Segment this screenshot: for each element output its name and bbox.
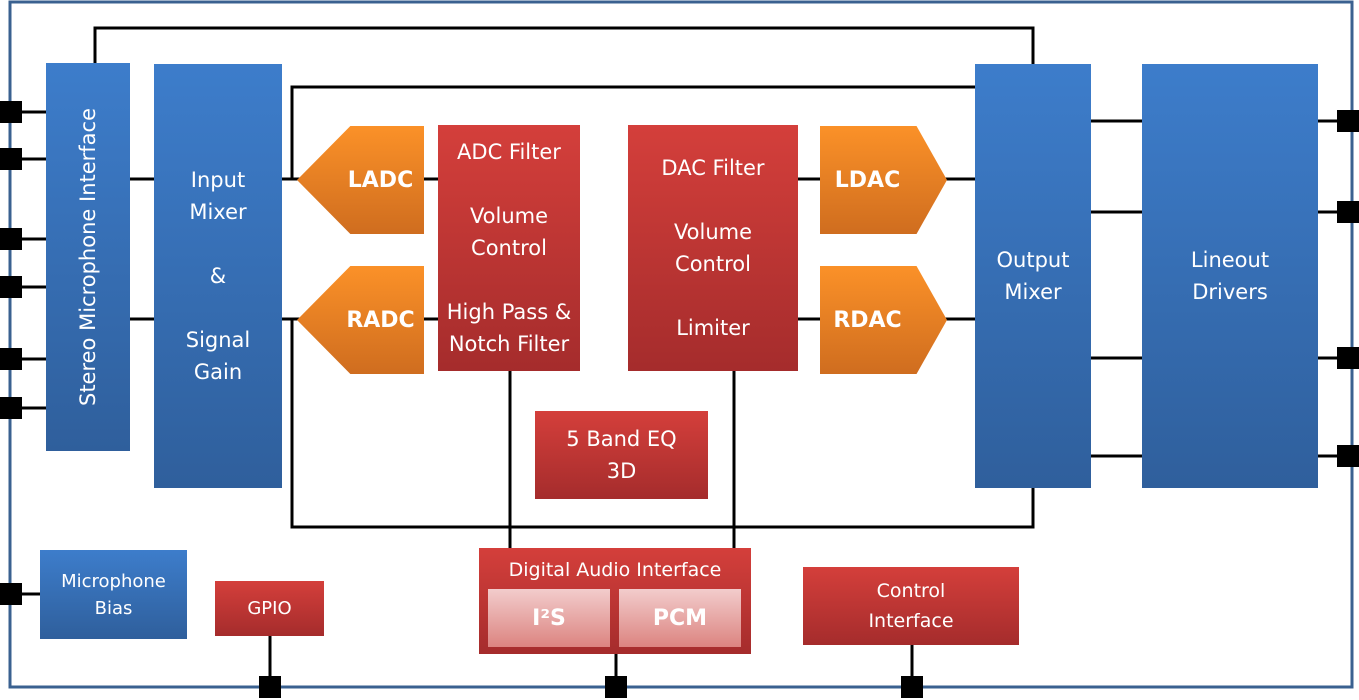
gpio: GPIO [215, 581, 324, 636]
five-band-eq: 5 Band EQ 3D [535, 411, 708, 499]
pcm-port: PCM [619, 589, 741, 647]
input-mixer: Input Mixer & Signal Gain [154, 64, 282, 488]
digital-audio-interface: Digital Audio Interface I²S PCM [479, 548, 751, 654]
audio-codec-block-diagram: Stereo Microphone Interface Input Mixer … [0, 0, 1359, 700]
lineout-drivers: Lineout Drivers [1142, 64, 1318, 488]
microphone-bias: Microphone Bias [40, 550, 187, 639]
adc-filter: ADC Filter Volume Control High Pass & No… [438, 125, 580, 371]
dac-filter: DAC Filter Volume Control Limiter [628, 125, 798, 371]
output-mixer: Output Mixer [975, 64, 1091, 488]
i2s-port: I²S [488, 589, 610, 647]
stereo-microphone-interface: Stereo Microphone Interface [46, 63, 130, 451]
control-interface: Control Interface [803, 567, 1019, 645]
